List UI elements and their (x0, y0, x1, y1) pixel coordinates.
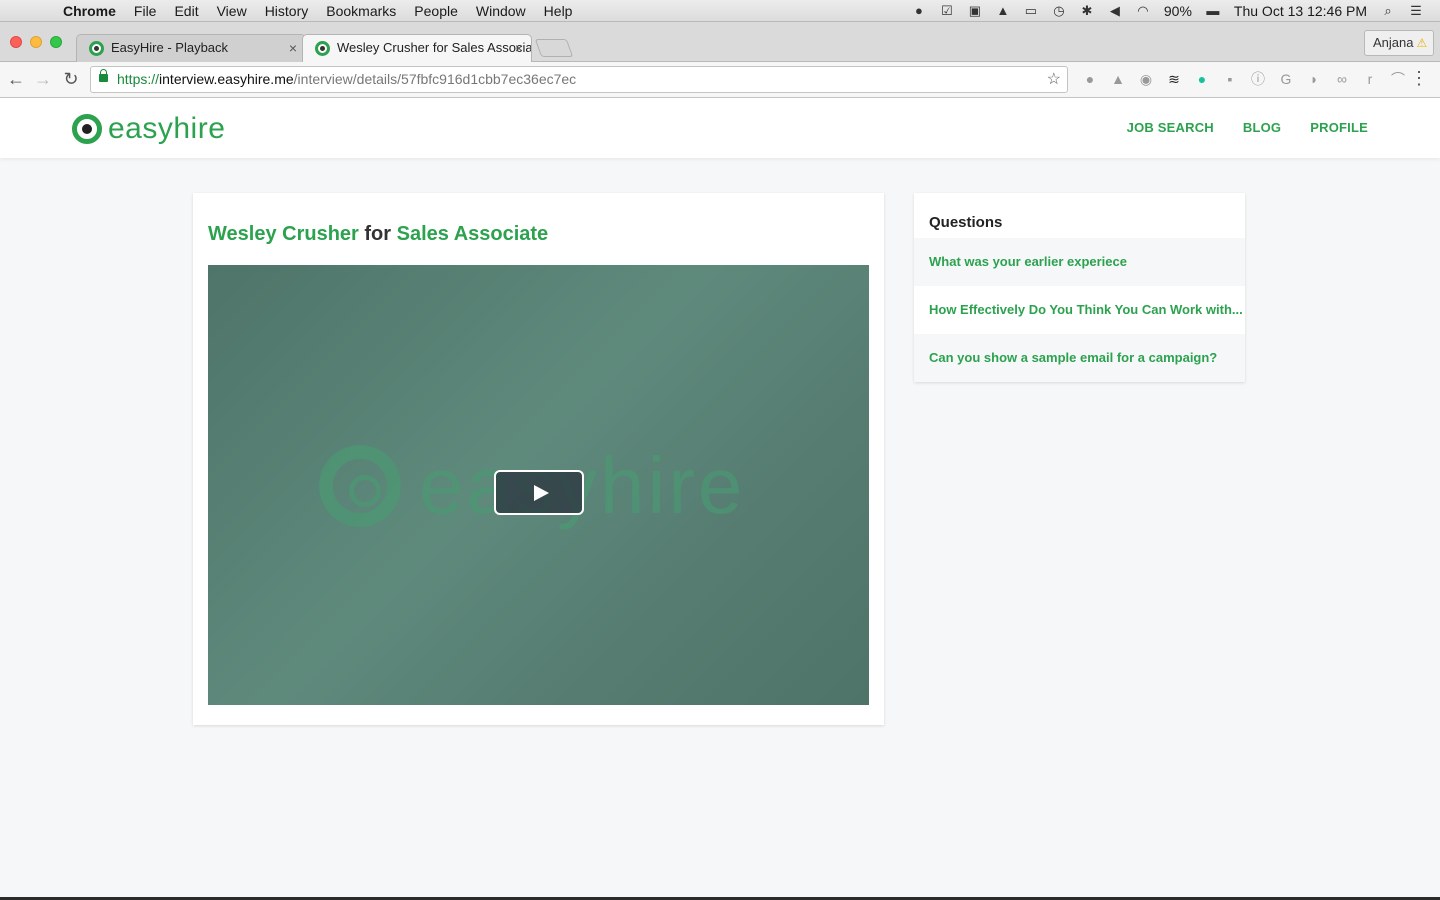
profile-name: Anjana (1373, 35, 1414, 50)
bookmark-status-icon[interactable]: ▣ (961, 3, 989, 19)
drive-extension-icon[interactable]: ▲ (1104, 69, 1132, 89)
tab-title: Wesley Crusher for Sales Associate (337, 40, 532, 55)
hangouts-extension-icon[interactable]: ● (1076, 69, 1104, 89)
spotlight-search-icon[interactable]: ⌕ (1374, 3, 1402, 19)
menu-people[interactable]: People (405, 3, 467, 19)
time-machine-icon[interactable]: ◷ (1045, 3, 1073, 19)
page-title: Wesley Crusher for Sales Associate (208, 223, 548, 246)
tab-close-icon[interactable]: × (515, 35, 523, 61)
video-player[interactable]: easyhire (208, 265, 869, 705)
questions-panel: Questions What was your earlier experiec… (914, 193, 1245, 382)
notification-center-icon[interactable]: ☰ (1402, 3, 1430, 19)
easyhire-logo[interactable]: easyhire (72, 112, 225, 146)
window-minimize-button[interactable] (30, 36, 42, 48)
questions-list: What was your earlier experiece How Effe… (914, 238, 1245, 382)
tab-wesley-crusher[interactable]: Wesley Crusher for Sales Associate × (302, 34, 532, 62)
bookmark-star-icon[interactable]: ☆ (1047, 67, 1061, 92)
easyhire-logo-icon (72, 114, 102, 144)
bluetooth-icon[interactable]: ✱ (1073, 3, 1101, 19)
url-scheme: https:// (117, 71, 160, 87)
title-connector: for (364, 223, 392, 245)
hangouts-icon[interactable]: ● (905, 3, 933, 18)
reload-icon[interactable]: ↻ (60, 68, 82, 90)
menu-app-chrome[interactable]: Chrome (54, 3, 125, 19)
easyhire-favicon-icon (89, 41, 104, 56)
candidate-name-link[interactable]: Wesley Crusher (208, 223, 359, 245)
circle-extension-icon[interactable]: ◉ (1132, 69, 1160, 89)
window-close-button[interactable] (10, 36, 22, 48)
checkmark-status-icon[interactable]: ☑ (933, 3, 961, 19)
url-host: interview.easyhire.me (159, 71, 294, 87)
menu-bookmarks[interactable]: Bookmarks (317, 3, 405, 19)
browser-tab-strip: EasyHire - Playback × Wesley Crusher for… (0, 22, 1440, 62)
site-nav: JOB SEARCH BLOG PROFILE (1127, 120, 1368, 135)
square-extension-icon[interactable]: ▪ (1216, 69, 1244, 89)
grammarly-extension-icon[interactable]: ● (1188, 69, 1216, 89)
forward-arrow-icon[interactable]: → (32, 68, 54, 90)
back-arrow-icon[interactable]: ← (5, 68, 27, 90)
menu-edit[interactable]: Edit (165, 3, 207, 19)
warning-icon: ⚠ (1416, 36, 1428, 50)
info-extension-icon[interactable]: ⓘ (1244, 69, 1272, 89)
menu-file[interactable]: File (125, 3, 166, 19)
nav-job-search[interactable]: JOB SEARCH (1127, 120, 1214, 135)
drive-status-icon[interactable]: ▲ (989, 3, 1017, 18)
easyhire-watermark-icon (319, 445, 401, 527)
profile-button[interactable]: Anjana ⚠ (1364, 30, 1434, 56)
rainbow-extension-icon[interactable]: ⌒ (1384, 69, 1412, 89)
site-header: easyhire JOB SEARCH BLOG PROFILE (0, 98, 1440, 158)
menu-help[interactable]: Help (535, 3, 582, 19)
logo-text: easyhire (108, 112, 226, 145)
g-extension-icon[interactable]: G (1272, 69, 1300, 89)
url-path: /interview/details/57fbfc916d1cbb7ec36ec… (293, 71, 577, 87)
chrome-menu-icon[interactable]: ⋮ (1410, 68, 1428, 89)
questions-heading: Questions (929, 214, 1003, 231)
menubar-clock[interactable]: Thu Oct 13 12:46 PM (1227, 3, 1374, 19)
menu-window[interactable]: Window (467, 3, 535, 19)
extension-icons: ● ▲ ◉ ≋ ● ▪ ⓘ G ◗ ∞ r ⌒ (1076, 69, 1412, 89)
macos-menubar: Chrome File Edit View History Bookmarks … (0, 0, 1440, 22)
question-item[interactable]: How Effectively Do You Think You Can Wor… (914, 286, 1245, 334)
r-extension-icon[interactable]: r (1356, 69, 1384, 89)
buffer-extension-icon[interactable]: ≋ (1160, 69, 1188, 89)
tab-close-icon[interactable]: × (289, 35, 297, 61)
question-item[interactable]: What was your earlier experiece (914, 238, 1245, 286)
interview-card: Wesley Crusher for Sales Associate easyh… (193, 193, 884, 725)
question-item[interactable]: Can you show a sample email for a campai… (914, 334, 1245, 382)
play-button[interactable] (494, 470, 584, 515)
battery-icon[interactable]: ▬ (1199, 3, 1227, 18)
battery-percent[interactable]: 90% (1157, 3, 1199, 19)
nav-blog[interactable]: BLOG (1243, 120, 1281, 135)
pocket-extension-icon[interactable]: ◗ (1300, 69, 1328, 89)
menu-history[interactable]: History (256, 3, 318, 19)
volume-icon[interactable]: ◀ (1101, 3, 1129, 19)
browser-toolbar: ← → ↻ https://interview.easyhire.me/inte… (0, 62, 1440, 98)
position-link[interactable]: Sales Associate (397, 223, 549, 245)
tab-title: EasyHire - Playback (111, 40, 229, 55)
link-extension-icon[interactable]: ∞ (1328, 69, 1356, 89)
new-tab-button[interactable] (534, 39, 574, 57)
tab-easyhire-playback[interactable]: EasyHire - Playback × (76, 34, 306, 62)
window-zoom-button[interactable] (50, 36, 62, 48)
airplay-icon[interactable]: ▭ (1017, 3, 1045, 19)
address-bar[interactable]: https://interview.easyhire.me/interview/… (90, 66, 1068, 93)
nav-profile[interactable]: PROFILE (1310, 120, 1368, 135)
easyhire-favicon-icon (315, 41, 330, 56)
secure-lock-icon (99, 69, 108, 82)
menu-view[interactable]: View (208, 3, 256, 19)
wifi-icon[interactable]: ◠ (1129, 3, 1157, 19)
